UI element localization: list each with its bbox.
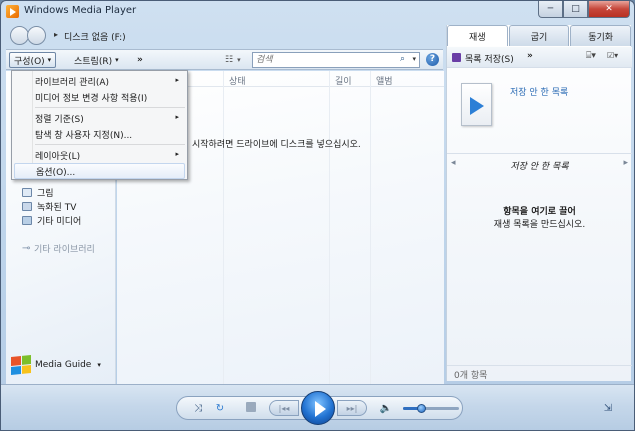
save-list-button[interactable]: 목록 저장(S) <box>465 52 514 65</box>
list-toolbar: 목록 저장(S) » ⌸▾ ☑▾ <box>447 47 632 68</box>
forward-arrow-icon[interactable] <box>27 26 46 45</box>
list-nav-bar: ◂ 저장 안 한 목록 ▸ <box>447 158 632 172</box>
tab-burn[interactable]: 굽기 <box>508 25 570 46</box>
media-guide-label: Media Guide <box>35 360 92 370</box>
stop-button[interactable] <box>246 402 256 412</box>
stream-button[interactable]: 스트림(R) ▾ <box>70 52 123 68</box>
empty-library-message: 시작하려면 드라이브에 디스크를 넣으십시오. <box>192 140 361 150</box>
menu-item-manage-libraries[interactable]: 라이브러리 관리(A) ▸ <box>14 73 185 89</box>
menu-item-label: 탐색 창 사용자 지정(N)... <box>35 130 133 141</box>
picture-icon <box>22 188 32 197</box>
list-pane-tabs: 재생 굽기 동기화 <box>447 25 632 46</box>
menu-item-customize-nav-pane[interactable]: 탐색 창 사용자 지정(N)... <box>14 126 185 142</box>
close-button[interactable]: ✕ <box>588 1 630 18</box>
drag-hint-title: 항목을 여기로 끌어 <box>503 207 576 217</box>
nav-item-other-libraries[interactable]: ⊸ 기타 라이브러리 <box>22 242 95 256</box>
organize-button[interactable]: 구성(O) ▾ <box>9 52 57 68</box>
list-options-icon[interactable]: ⌸▾ <box>586 51 596 61</box>
window-controls: ─ □ ✕ <box>538 1 630 18</box>
menu-item-label: 미디어 정보 변경 사항 적용(I) <box>35 93 148 104</box>
stream-label: 스트림(R) <box>74 56 113 67</box>
organize-label: 구성(O) <box>14 56 45 67</box>
search-icon[interactable]: ⌕ <box>400 54 405 64</box>
minimize-button[interactable]: ─ <box>538 1 563 18</box>
chevron-down-icon: ▾ <box>47 56 52 64</box>
view-icon: ☷ <box>225 55 234 65</box>
media-icon <box>22 216 32 225</box>
breadcrumb[interactable]: 디스크 없음 (F:) <box>64 30 126 43</box>
submenu-arrow-icon: ▸ <box>175 76 179 84</box>
list-pane: 재생 굽기 동기화 목록 저장(S) » ⌸▾ ☑▾ 저장 안 한 목록 ◂ 저… <box>446 25 632 381</box>
nav-item-label: 기타 미디어 <box>37 217 82 227</box>
shuffle-icon[interactable]: ⤨ <box>191 400 205 416</box>
toolbar-overflow-button[interactable]: » <box>133 52 147 68</box>
nav-item-pictures[interactable]: 그림 <box>22 186 54 199</box>
chevron-down-icon[interactable]: ▾ <box>412 55 416 63</box>
player-controls-bar: ⤨ ↻ |◂◂ ▸▸| 🔈 ⇲ <box>1 384 634 430</box>
drag-hint-body: 재생 목록을 만드십시오. <box>493 220 586 230</box>
menu-item-label: 레이아웃(L) <box>35 151 81 162</box>
tab-sync[interactable]: 동기화 <box>570 25 632 46</box>
nav-item-label: 녹화된 TV <box>37 203 77 213</box>
tab-play[interactable]: 재생 <box>447 25 508 46</box>
column-header-status[interactable]: 상태 <box>229 74 246 87</box>
maximize-button[interactable]: □ <box>563 1 588 18</box>
menu-item-options[interactable]: 옵션(O)... <box>14 163 185 179</box>
menu-item-label: 옵션(O)... <box>36 167 76 178</box>
unsaved-list-label: 저장 안 한 목록 <box>510 162 569 172</box>
menu-item-label: 정렬 기준(S) <box>35 114 84 125</box>
next-button[interactable]: ▸▸| <box>337 400 367 416</box>
library-toolbar: 구성(O) ▾ 스트림(R) ▾ » ☷ ▾ ⌕ ▾ ? <box>6 49 443 70</box>
media-player-window: Windows Media Player ─ □ ✕ ▸ 디스크 없음 (F:)… <box>0 0 635 431</box>
next-list-icon[interactable]: ▸ <box>623 158 628 168</box>
menu-separator <box>35 107 185 108</box>
submenu-arrow-icon: ▸ <box>175 113 179 121</box>
nav-item-label: 기타 라이브러리 <box>34 245 95 255</box>
media-guide-button[interactable]: Media Guide ▾ <box>11 354 101 376</box>
column-header-length[interactable]: 길이 <box>335 74 352 87</box>
unsaved-list-title[interactable]: 저장 안 한 목록 <box>510 85 568 98</box>
menu-separator <box>35 144 185 145</box>
column-divider <box>329 71 330 384</box>
column-divider <box>370 71 371 384</box>
title-bar: Windows Media Player ─ □ ✕ <box>1 1 634 23</box>
mute-icon[interactable]: 🔈 <box>379 400 393 416</box>
other-library-icon: ⊸ <box>22 243 31 254</box>
list-divider <box>447 153 632 154</box>
chevron-down-icon: ▾ <box>237 56 241 64</box>
nav-item-label: 그림 <box>37 189 54 199</box>
navigation-bar: ▸ 디스크 없음 (F:) <box>6 25 446 47</box>
submenu-arrow-icon: ▸ <box>175 150 179 158</box>
volume-slider[interactable] <box>403 404 459 413</box>
repeat-icon[interactable]: ↻ <box>213 400 227 416</box>
menu-item-layout[interactable]: 레이아웃(L) ▸ <box>14 147 185 163</box>
menu-item-label: 라이브러리 관리(A) <box>35 77 110 88</box>
search-input[interactable] <box>253 53 383 67</box>
column-header-album[interactable]: 앨범 <box>376 74 393 87</box>
app-icon <box>6 5 19 18</box>
windows-logo-icon <box>11 354 31 376</box>
switch-to-now-playing-icon[interactable]: ⇲ <box>601 401 615 415</box>
save-icon <box>452 53 461 62</box>
previous-button[interactable]: |◂◂ <box>269 400 299 416</box>
view-options-button[interactable]: ☷ ▾ <box>221 52 245 68</box>
window-title: Windows Media Player <box>24 5 137 16</box>
menu-item-apply-media-info[interactable]: 미디어 정보 변경 사항 적용(I) <box>14 89 185 105</box>
breadcrumb-arrow-icon[interactable]: ▸ <box>54 30 58 39</box>
chevron-down-icon: ▾ <box>97 361 101 369</box>
play-button[interactable] <box>301 391 335 425</box>
column-divider <box>223 71 224 384</box>
nav-item-recorded-tv[interactable]: 녹화된 TV <box>22 200 76 213</box>
chevron-down-icon: ▾ <box>115 56 119 64</box>
playlist-document-icon <box>461 83 492 126</box>
list-overflow-button[interactable]: » <box>527 51 533 61</box>
menu-item-sort-by[interactable]: 정렬 기준(S) ▸ <box>14 110 185 126</box>
search-box: ⌕ ▾ <box>252 52 420 68</box>
nav-item-other-media[interactable]: 기타 미디어 <box>22 214 81 227</box>
help-icon[interactable]: ? <box>426 53 439 66</box>
tv-icon <box>22 202 32 211</box>
item-count: 0개 항목 <box>447 365 632 381</box>
list-view-icon[interactable]: ☑▾ <box>607 51 623 63</box>
organize-menu: 라이브러리 관리(A) ▸ 미디어 정보 변경 사항 적용(I) 정렬 기준(S… <box>11 70 188 180</box>
